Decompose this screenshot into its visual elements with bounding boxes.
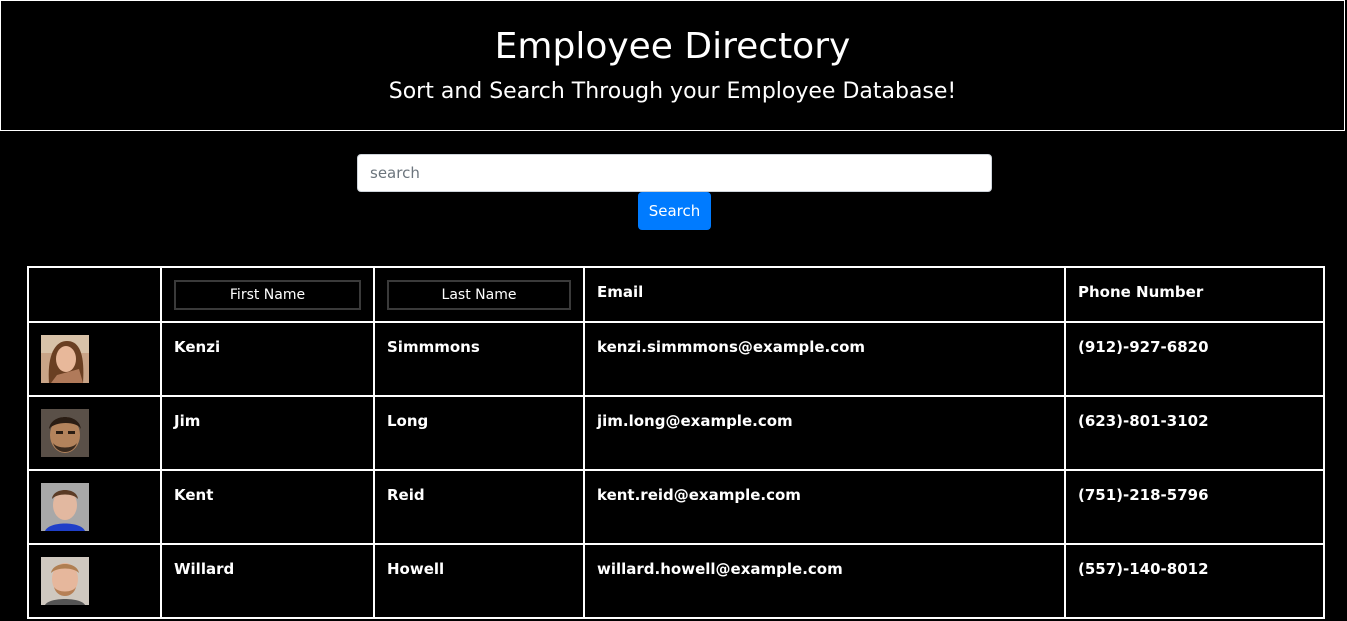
phone-cell: (623)-801-3102 [1064,395,1325,471]
photo-cell [27,321,162,397]
sort-last-name-button[interactable]: Last Name [387,280,571,310]
page-subtitle: Sort and Search Through your Employee Da… [388,79,957,104]
table-row: Kent Reid kent.reid@example.com (751)-21… [27,469,1325,545]
phone-column-header: Phone Number [1064,266,1325,323]
table-row: Willard Howell willard.howell@example.co… [27,543,1325,619]
avatar [41,335,89,383]
phone-cell: (912)-927-6820 [1064,321,1325,397]
first-name-column-header: First Name [160,266,375,323]
search-button[interactable]: Search [638,192,711,230]
last-name-column-header: Last Name [373,266,585,323]
last-name-cell: Reid [373,469,585,545]
table-row: Kenzi Simmmons kenzi.simmmons@example.co… [27,321,1325,397]
last-name-cell: Simmmons [373,321,585,397]
employee-table: First Name Last Name Email Phone Number … [27,266,1325,619]
avatar [41,409,89,457]
search-input[interactable] [357,154,992,192]
photo-cell [27,395,162,471]
email-cell: kent.reid@example.com [583,469,1066,545]
photo-cell [27,543,162,619]
first-name-cell: Jim [160,395,375,471]
email-column-header: Email [583,266,1066,323]
avatar [41,483,89,531]
email-cell: willard.howell@example.com [583,543,1066,619]
first-name-cell: Kent [160,469,375,545]
table-row: Jim Long jim.long@example.com (623)-801-… [27,395,1325,471]
last-name-cell: Long [373,395,585,471]
avatar [41,557,89,605]
email-cell: jim.long@example.com [583,395,1066,471]
page-title: Employee Directory [494,26,851,67]
email-cell: kenzi.simmmons@example.com [583,321,1066,397]
photo-cell [27,469,162,545]
phone-cell: (557)-140-8012 [1064,543,1325,619]
table-header-row: First Name Last Name Email Phone Number [27,266,1325,323]
first-name-cell: Willard [160,543,375,619]
photo-column-header [27,266,162,323]
first-name-cell: Kenzi [160,321,375,397]
page-header: Employee Directory Sort and Search Throu… [0,0,1345,131]
phone-cell: (751)-218-5796 [1064,469,1325,545]
last-name-cell: Howell [373,543,585,619]
sort-first-name-button[interactable]: First Name [174,280,361,310]
